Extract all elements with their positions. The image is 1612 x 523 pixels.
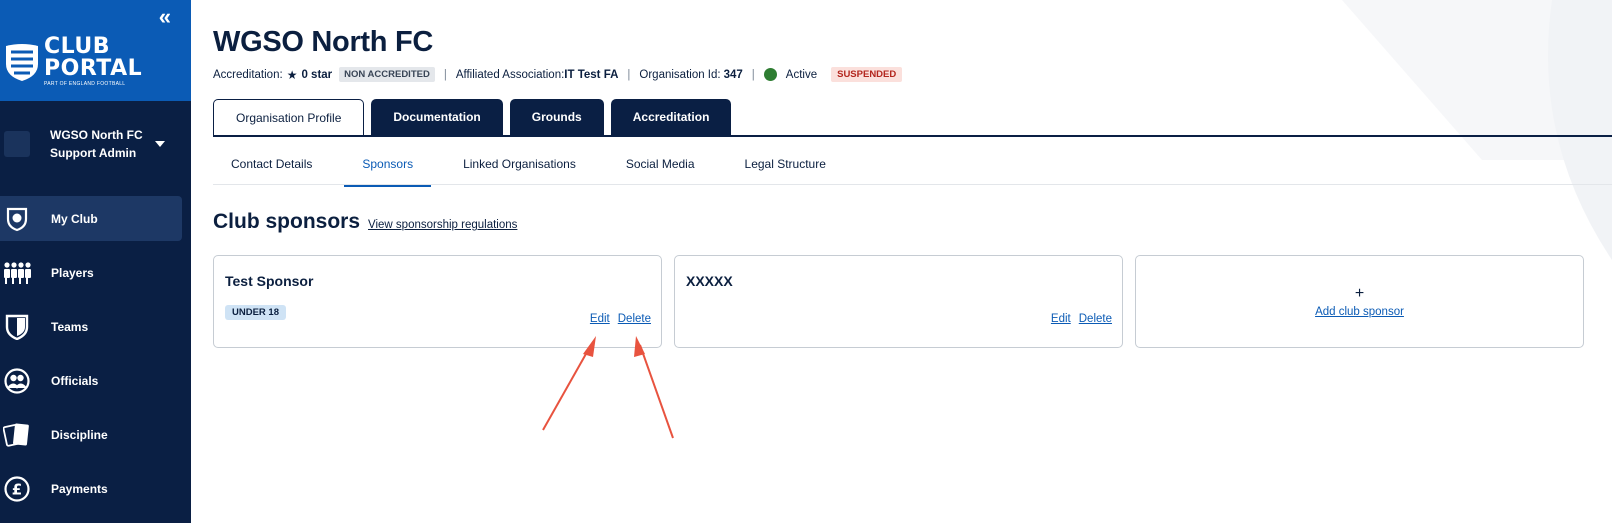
sidebar-item-players[interactable]: Players: [0, 250, 191, 295]
club-crest-icon: [3, 205, 31, 233]
club-selector-name: WGSO North FC: [50, 127, 143, 142]
subtab-legal-structure[interactable]: Legal Structure: [727, 148, 844, 187]
org-id-label: Organisation Id:: [639, 68, 721, 81]
page-title: WGSO North FC: [213, 26, 434, 58]
view-sponsorship-regulations-link[interactable]: View sponsorship regulations: [368, 219, 517, 231]
players-icon: [3, 259, 31, 287]
logo-tagline: PART OF ENGLAND FOOTBALL: [44, 81, 126, 87]
plus-icon: +: [1354, 285, 1365, 302]
sidebar: « CLUB PORTAL PART OF ENGLAND FOOTBALL W…: [0, 0, 191, 523]
sponsor-age-tag: UNDER 18: [225, 305, 286, 320]
sidebar-item-my-club[interactable]: My Club: [0, 196, 182, 241]
sub-tabs: Contact Details Sponsors Linked Organisa…: [213, 148, 858, 187]
club-selector-role: Support Admin: [50, 145, 137, 160]
tab-documentation[interactable]: Documentation: [371, 99, 503, 135]
main-tabs: Organisation Profile Documentation Groun…: [213, 99, 732, 136]
tabs-underline: [213, 135, 1612, 137]
section-title: Club sponsors: [213, 210, 361, 233]
org-meta: Accreditation: ★ 0 star NON ACCREDITED |…: [213, 67, 903, 82]
main-content: WGSO North FC Accreditation: ★ 0 star NO…: [191, 0, 1612, 523]
sponsor-name: XXXXX: [686, 273, 733, 289]
association-value: IT Test FA: [564, 68, 619, 81]
officials-icon: [3, 367, 31, 395]
add-club-sponsor-link[interactable]: Add club sponsor: [1315, 306, 1404, 318]
pound-icon: £: [3, 475, 31, 503]
subtab-contact-details[interactable]: Contact Details: [213, 148, 330, 187]
section-header: Club sponsors View sponsorship regulatio…: [213, 210, 517, 234]
sidebar-item-officials[interactable]: Officials: [0, 358, 191, 403]
edit-sponsor-link[interactable]: Edit: [1051, 313, 1071, 325]
subtab-social-media[interactable]: Social Media: [608, 148, 713, 187]
annotation-arrow-edit: [542, 336, 596, 431]
sponsor-card: XXXXX Edit Delete: [674, 255, 1123, 348]
add-sponsor-card[interactable]: + Add club sponsor: [1135, 255, 1584, 348]
divider: |: [443, 68, 447, 81]
club-selector[interactable]: WGSO North FC Support Admin: [0, 101, 191, 186]
star-icon: ★: [286, 67, 298, 82]
sidebar-item-label: Officials: [51, 373, 99, 388]
accreditation-label: Accreditation:: [213, 68, 283, 81]
collapse-sidebar-icon[interactable]: «: [159, 6, 171, 28]
sidebar-item-teams[interactable]: Teams: [0, 304, 191, 349]
accreditation-badge: NON ACCREDITED: [339, 67, 435, 82]
sidebar-header: « CLUB PORTAL PART OF ENGLAND FOOTBALL: [0, 0, 191, 101]
logo-text-club: CLUB: [44, 34, 111, 59]
club-portal-logo[interactable]: CLUB PORTAL PART OF ENGLAND FOOTBALL: [4, 36, 142, 87]
tab-organisation-profile[interactable]: Organisation Profile: [213, 99, 365, 136]
divider: |: [751, 68, 755, 81]
subtabs-divider: [213, 184, 1612, 185]
sidebar-item-label: Discipline: [51, 427, 108, 442]
status-dot-icon: [763, 68, 777, 81]
divider: |: [627, 68, 631, 81]
chevron-down-icon: [155, 141, 165, 147]
subtab-linked-organisations[interactable]: Linked Organisations: [445, 148, 594, 187]
logo-text-portal: PORTAL: [44, 56, 143, 81]
svg-text:£: £: [12, 480, 22, 498]
tab-grounds[interactable]: Grounds: [509, 99, 604, 135]
edit-sponsor-link[interactable]: Edit: [590, 313, 610, 325]
sponsor-name: Test Sponsor: [225, 273, 314, 289]
sponsor-card: Test Sponsor UNDER 18 Edit Delete: [213, 255, 662, 348]
cards-icon: [3, 421, 31, 449]
sidebar-item-label: Players: [51, 265, 94, 280]
sidebar-item-label: Payments: [51, 481, 108, 496]
org-id-value: 347: [723, 68, 743, 81]
delete-sponsor-link[interactable]: Delete: [618, 313, 651, 325]
sidebar-item-payments[interactable]: £ Payments: [0, 466, 191, 511]
subtab-sponsors[interactable]: Sponsors: [344, 148, 432, 187]
status-text: Active: [785, 68, 818, 81]
status-badge: SUSPENDED: [831, 67, 903, 82]
delete-sponsor-link[interactable]: Delete: [1079, 313, 1112, 325]
sidebar-item-label: Teams: [51, 319, 89, 334]
annotation-arrow-delete: [634, 336, 674, 439]
sidebar-nav: My Club Players Teams Officials Discipli…: [0, 196, 191, 520]
association-label: Affiliated Association:: [455, 68, 565, 81]
accreditation-value: 0 star: [301, 68, 333, 81]
sidebar-item-discipline[interactable]: Discipline: [0, 412, 191, 457]
tab-accreditation[interactable]: Accreditation: [610, 99, 732, 135]
three-lions-logo-icon: [6, 43, 38, 81]
shield-icon: [3, 313, 31, 341]
sidebar-item-label: My Club: [51, 211, 98, 226]
club-avatar: [4, 130, 30, 157]
